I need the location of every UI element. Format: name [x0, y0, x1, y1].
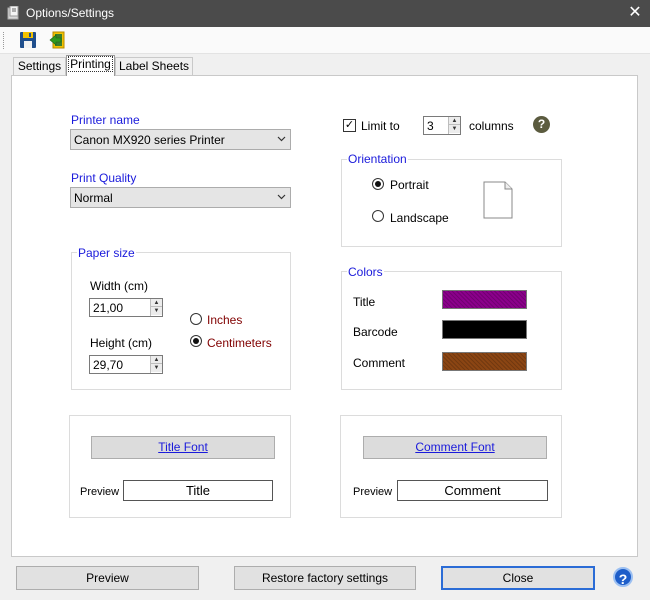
- printer-name-select[interactable]: Canon MX920 series Printer: [70, 129, 291, 150]
- toolbar: [0, 27, 650, 54]
- save-icon[interactable]: [17, 29, 39, 51]
- stepper-up-icon[interactable]: ▲: [151, 356, 162, 364]
- height-value: 29,70: [93, 358, 124, 372]
- stepper-buttons: ▲ ▼: [448, 117, 460, 134]
- barcode-color-swatch[interactable]: [442, 320, 527, 339]
- comment-preview: Comment: [397, 480, 548, 501]
- columns-value: 3: [427, 119, 434, 133]
- print-quality-select[interactable]: Normal: [70, 187, 291, 208]
- comment-font-accel: C: [415, 440, 424, 454]
- height-stepper[interactable]: 29,70 ▲ ▼: [89, 355, 163, 374]
- orientation-group: [341, 159, 562, 247]
- color-barcode-label: Barcode: [353, 325, 398, 339]
- tab-settings[interactable]: Settings: [13, 57, 66, 76]
- chevron-down-icon: [277, 136, 286, 142]
- print-quality-label: Print Quality: [71, 171, 137, 185]
- portrait-radio[interactable]: [372, 178, 384, 190]
- restore-factory-button[interactable]: Restore factory settings: [234, 566, 416, 590]
- portrait-label: Portrait: [390, 178, 429, 192]
- title-font-button[interactable]: Title Font: [91, 436, 275, 459]
- help-icon[interactable]: ?: [613, 567, 633, 587]
- stepper-buttons: ▲ ▼: [150, 299, 162, 316]
- printer-name-label: Printer name: [71, 113, 140, 127]
- inches-label: Inches: [207, 313, 243, 327]
- landscape-label: Landscape: [390, 211, 449, 225]
- comment-font-button[interactable]: Comment Font: [363, 436, 547, 459]
- height-label: Height (cm): [90, 336, 153, 350]
- printer-name-value: Canon MX920 series Printer: [74, 133, 225, 147]
- tab-printing-label: Printing: [68, 56, 113, 72]
- centimeters-radio[interactable]: [190, 335, 202, 347]
- tab-label-sheets-label: Label Sheets: [118, 59, 190, 73]
- paper-size-title: Paper size: [77, 246, 136, 260]
- app-icon: [7, 6, 19, 20]
- columns-stepper[interactable]: 3 ▲ ▼: [423, 116, 461, 135]
- print-quality-value: Normal: [74, 191, 113, 205]
- portrait-page-icon: [483, 181, 513, 219]
- color-title-label: Title: [353, 295, 376, 309]
- limit-label: Limit to: [361, 119, 400, 133]
- title-color-swatch[interactable]: [442, 290, 527, 309]
- inches-radio[interactable]: [190, 313, 202, 325]
- title-preview: Title: [123, 480, 273, 501]
- stepper-down-icon[interactable]: ▼: [151, 364, 162, 372]
- comment-preview-label: Preview: [353, 486, 393, 498]
- exit-icon[interactable]: [47, 29, 69, 51]
- orientation-title: Orientation: [347, 152, 408, 166]
- width-value: 21,00: [93, 301, 124, 315]
- comment-color-swatch[interactable]: [442, 352, 527, 371]
- toolbar-grip[interactable]: [3, 32, 6, 49]
- comment-font-label: omment Font: [423, 440, 495, 454]
- stepper-down-icon[interactable]: ▼: [151, 307, 162, 315]
- columns-label: columns: [469, 119, 514, 133]
- window-title: Options/Settings: [26, 6, 115, 20]
- stepper-down-icon[interactable]: ▼: [449, 125, 460, 133]
- centimeters-label: Centimeters: [207, 336, 272, 350]
- stepper-up-icon[interactable]: ▲: [449, 117, 460, 125]
- preview-button[interactable]: Preview: [16, 566, 199, 590]
- comment-font-group: [340, 415, 562, 518]
- title-font-label: itle Font: [165, 440, 208, 454]
- close-button[interactable]: Close: [441, 566, 595, 590]
- stepper-up-icon[interactable]: ▲: [151, 299, 162, 307]
- help-question-icon[interactable]: ?: [533, 116, 550, 133]
- limit-checkbox[interactable]: ✓: [343, 119, 356, 132]
- title-bar: Options/Settings ✕: [0, 0, 650, 27]
- landscape-radio[interactable]: [372, 210, 384, 222]
- tab-printing[interactable]: Printing: [66, 55, 115, 76]
- colors-title: Colors: [347, 265, 384, 279]
- close-icon[interactable]: ✕: [624, 3, 646, 23]
- title-preview-label: Preview: [80, 486, 120, 498]
- tab-label-sheets[interactable]: Label Sheets: [115, 57, 193, 76]
- color-comment-label: Comment: [353, 356, 406, 370]
- stepper-buttons: ▲ ▼: [150, 356, 162, 373]
- tab-settings-label: Settings: [17, 59, 62, 73]
- width-label: Width (cm): [90, 279, 148, 293]
- title-font-group: [69, 415, 291, 518]
- chevron-down-icon: [277, 194, 286, 200]
- width-stepper[interactable]: 21,00 ▲ ▼: [89, 298, 163, 317]
